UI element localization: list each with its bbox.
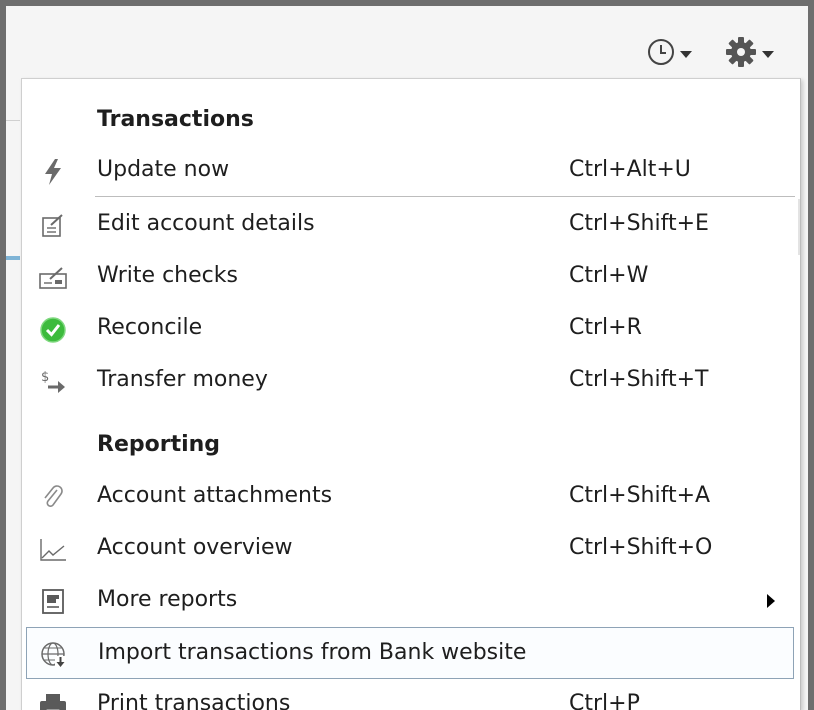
recent-history-button[interactable]	[646, 32, 710, 72]
menu-item-label: Account overview	[97, 535, 293, 560]
background-divider	[6, 120, 20, 121]
menu-item-label: Edit account details	[97, 211, 315, 236]
menu-item-shortcut: Ctrl+Shift+O	[569, 535, 713, 560]
menu-item-import-transactions[interactable]: Import transactions from Bank website	[26, 627, 794, 679]
settings-dropdown-menu: Transactions Update now Ctrl+Alt+U Edit …	[21, 78, 801, 710]
lightning-icon	[38, 157, 68, 187]
menu-item-more-reports[interactable]: More reports	[22, 575, 798, 627]
menu-item-shortcut: Ctrl+R	[569, 315, 642, 340]
line-chart-icon	[38, 535, 68, 565]
menu-item-label: Account attachments	[97, 483, 333, 508]
gear-icon	[726, 37, 756, 67]
printer-icon	[38, 691, 68, 710]
clock-icon	[648, 39, 674, 65]
chevron-down-icon	[762, 50, 774, 58]
chevron-right-icon	[767, 594, 775, 608]
menu-item-shortcut: Ctrl+Shift+E	[569, 211, 709, 236]
menu-item-label: More reports	[97, 587, 238, 612]
check-writing-icon	[38, 263, 68, 293]
menu-item-update-now[interactable]: Update now Ctrl+Alt+U	[22, 145, 798, 197]
menu-item-write-checks[interactable]: Write checks Ctrl+W	[22, 251, 798, 303]
settings-button[interactable]	[724, 32, 796, 72]
section-heading-transactions: Transactions	[97, 107, 254, 132]
menu-item-label: Transfer money	[97, 367, 268, 392]
background-accent	[6, 256, 20, 260]
toolbar	[6, 6, 808, 76]
menu-item-shortcut: Ctrl+Alt+U	[569, 157, 691, 182]
menu-item-label: Write checks	[97, 263, 238, 288]
menu-item-shortcut: Ctrl+Shift+T	[569, 367, 709, 392]
menu-item-label: Import transactions from Bank website	[98, 640, 527, 665]
menu-separator	[95, 196, 795, 197]
menu-item-label: Print transactions	[97, 691, 291, 710]
chevron-down-icon	[680, 50, 692, 58]
menu-scroll-edge	[798, 199, 800, 255]
menu-item-shortcut: Ctrl+W	[569, 263, 649, 288]
svg-text:$: $	[41, 370, 49, 385]
edit-note-icon	[38, 211, 68, 241]
menu-item-label: Update now	[97, 157, 230, 182]
menu-item-label: Reconcile	[97, 315, 203, 340]
menu-item-shortcut: Ctrl+P	[569, 691, 640, 710]
reconcile-check-icon	[38, 315, 68, 345]
menu-item-account-attachments[interactable]: Account attachments Ctrl+Shift+A	[22, 471, 798, 523]
menu-item-account-overview[interactable]: Account overview Ctrl+Shift+O	[22, 523, 798, 575]
globe-download-icon	[39, 640, 69, 670]
menu-item-print-transactions[interactable]: Print transactions Ctrl+P	[22, 679, 798, 710]
menu-item-transfer-money[interactable]: $ Transfer money Ctrl+Shift+T	[22, 355, 798, 407]
section-heading-reporting: Reporting	[97, 432, 221, 457]
paperclip-icon	[38, 483, 68, 513]
menu-item-shortcut: Ctrl+Shift+A	[569, 483, 711, 508]
menu-item-edit-account-details[interactable]: Edit account details Ctrl+Shift+E	[22, 199, 798, 251]
transfer-money-icon: $	[38, 367, 68, 397]
report-icon	[38, 587, 68, 617]
menu-item-reconcile[interactable]: Reconcile Ctrl+R	[22, 303, 798, 355]
